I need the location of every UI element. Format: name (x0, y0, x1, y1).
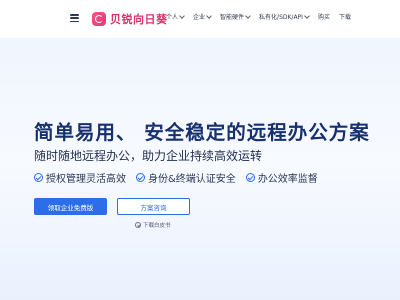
hamburger-menu-icon[interactable] (70, 14, 79, 22)
nav-item-enterprise[interactable]: 企业 (193, 12, 212, 21)
nav-item-label: 购买 (317, 14, 330, 21)
hero-subtitle: 随时随地远程办公，助力企业持续高效运转 (34, 149, 263, 163)
nav-item-hardware[interactable]: 智能硬件 (220, 12, 251, 21)
feature-list: 授权管理灵活高效 身份&终端认证安全 办公效率监督 (34, 170, 318, 185)
feature-label: 授权管理灵活高效 (46, 174, 126, 185)
feature-item-efficiency: 办公效率监督 (245, 170, 318, 185)
feature-label: 办公效率监督 (257, 174, 318, 185)
chevron-down-icon (206, 12, 212, 19)
nav-item-label: 智能硬件 (220, 14, 245, 21)
nav-item-label: 私有化/SDK/API (259, 14, 303, 21)
nav-item-download[interactable]: 下载 (339, 12, 351, 21)
main-nav: 个人 企业 智能硬件 私有化/SDK/API 购买 下载 (166, 12, 351, 21)
solution-consult-button[interactable]: 方案咨询 (117, 198, 190, 215)
nav-item-personal[interactable]: 个人 (166, 12, 185, 21)
brand-logo[interactable]: 贝锐向日葵 (92, 11, 168, 27)
feature-label: 身份&终端认证安全 (148, 174, 236, 185)
brand-name: 贝锐向日葵 (110, 13, 168, 26)
top-navbar: 贝锐向日葵 个人 企业 智能硬件 私有化/SDK/API 购买 下载 (0, 0, 400, 38)
nav-item-label: 个人 (166, 14, 179, 21)
nav-item-label: 下载 (338, 14, 351, 21)
chevron-down-icon (245, 12, 251, 19)
download-whitepaper-link[interactable]: 下载白皮书 (135, 221, 171, 229)
hero-title: 简单易用、 安全稳定的远程办公方案 (34, 121, 370, 144)
chevron-down-icon (179, 12, 185, 19)
get-free-enterprise-button[interactable]: 领取企业免费版 (34, 198, 107, 215)
nav-item-label: 企业 (193, 14, 206, 21)
check-circle-icon (245, 173, 255, 182)
logo-mark-icon (92, 12, 106, 26)
chevron-down-icon (304, 12, 310, 19)
check-circle-icon (34, 173, 43, 182)
check-circle-icon (136, 173, 145, 182)
feature-item-security: 身份&终端认证安全 (136, 170, 236, 185)
nav-item-sdk-api[interactable]: 私有化/SDK/API (259, 12, 310, 21)
nav-item-buy[interactable]: 购买 (318, 12, 330, 21)
download-whitepaper-label: 下载白皮书 (143, 223, 171, 229)
download-icon (135, 222, 141, 228)
feature-item-authorization: 授权管理灵活高效 (34, 170, 126, 185)
